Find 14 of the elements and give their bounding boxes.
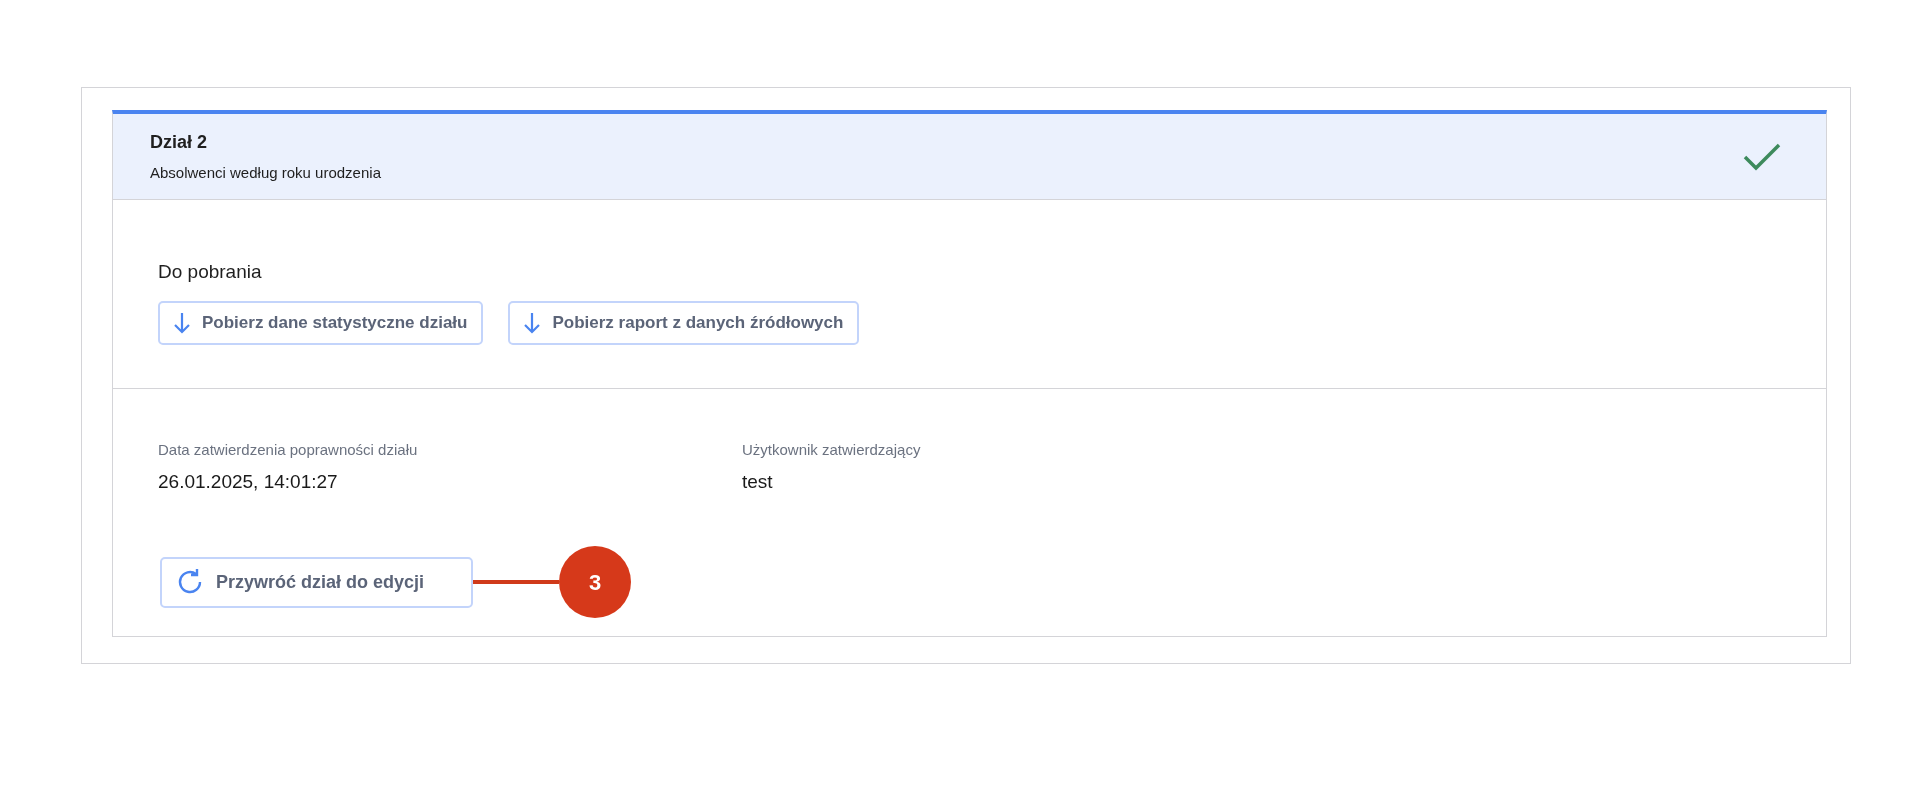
- section-title: Dział 2: [150, 130, 209, 154]
- section-subtitle: Absolwenci według roku urodzenia: [150, 162, 381, 183]
- field-value: test: [742, 469, 774, 494]
- refresh-icon: [176, 568, 204, 596]
- callout-badge: 3: [559, 546, 631, 618]
- field-label: Data zatwierdzenia poprawności działu: [158, 440, 419, 460]
- field-value: 26.01.2025, 14:01:27: [158, 469, 339, 494]
- download-button[interactable]: Pobierz raport z danych źródłowych: [508, 300, 860, 345]
- field-label: Użytkownik zatwierdzający: [742, 440, 921, 460]
- down-arrow-icon: [524, 311, 541, 334]
- restore-button[interactable]: Przywróć dział do edycji: [160, 556, 473, 608]
- download-button[interactable]: Pobierz dane statystyczne działu: [158, 300, 484, 345]
- downloads-label: Do pobrania: [158, 260, 263, 284]
- down-arrow-icon: [174, 311, 190, 334]
